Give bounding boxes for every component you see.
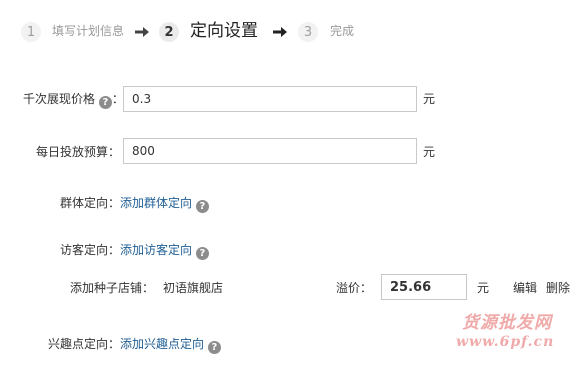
add-crowd-targeting-link[interactable]: 添加群体定向 bbox=[120, 196, 192, 210]
watermark-title: 货源批发网 bbox=[462, 313, 552, 333]
step-1-number: 1 bbox=[21, 22, 41, 42]
help-circle-icon[interactable]: ? bbox=[195, 200, 209, 213]
step-3-label: 完成 bbox=[330, 24, 355, 38]
visitor-targeting-label: 访客定向： bbox=[60, 243, 121, 257]
premium-unit: 元 bbox=[477, 281, 490, 295]
premium-input[interactable] bbox=[381, 274, 467, 300]
help-circle-icon[interactable]: ? bbox=[207, 341, 221, 354]
cpm-price-unit: 元 bbox=[423, 92, 436, 106]
step-2-number: 2 bbox=[159, 22, 179, 42]
visitor-targeting-row: 添加访客定向 ? bbox=[120, 242, 209, 260]
seed-store-name: 初语旗舰店 bbox=[163, 281, 224, 295]
interest-targeting-row: 添加兴趣点定向 ? bbox=[120, 336, 221, 354]
watermark-url: www.6pf.cn bbox=[456, 334, 555, 350]
add-interest-targeting-link[interactable]: 添加兴趣点定向 bbox=[120, 337, 204, 351]
help-circle-icon[interactable]: ? bbox=[98, 96, 112, 109]
add-visitor-targeting-link[interactable]: 添加访客定向 bbox=[120, 243, 192, 257]
arrow-right-icon bbox=[135, 27, 149, 37]
cpm-price-label-row: 千次展现价格 ?： bbox=[23, 91, 124, 109]
daily-budget-unit: 元 bbox=[423, 145, 436, 159]
seed-store-label: 添加种子店铺： bbox=[70, 281, 155, 295]
crowd-targeting-label: 群体定向： bbox=[60, 196, 121, 210]
crowd-targeting-row: 添加群体定向 ? bbox=[120, 195, 209, 213]
step-1-label: 填写计划信息 bbox=[52, 24, 125, 38]
premium-label: 溢价： bbox=[336, 281, 373, 295]
interest-targeting-label: 兴趣点定向： bbox=[48, 337, 121, 351]
daily-budget-label: 每日投放预算： bbox=[36, 145, 121, 159]
cpm-price-label: 千次展现价格 bbox=[23, 92, 96, 106]
edit-button[interactable]: 编辑 bbox=[513, 280, 537, 296]
step-2-label: 定向设置 bbox=[190, 21, 258, 41]
step-3-number: 3 bbox=[298, 22, 318, 42]
cpm-price-input[interactable] bbox=[123, 86, 417, 112]
daily-budget-input[interactable] bbox=[123, 138, 417, 164]
help-circle-icon[interactable]: ? bbox=[195, 247, 209, 260]
arrow-right-icon bbox=[273, 27, 287, 37]
delete-button[interactable]: 删除 bbox=[546, 280, 570, 296]
